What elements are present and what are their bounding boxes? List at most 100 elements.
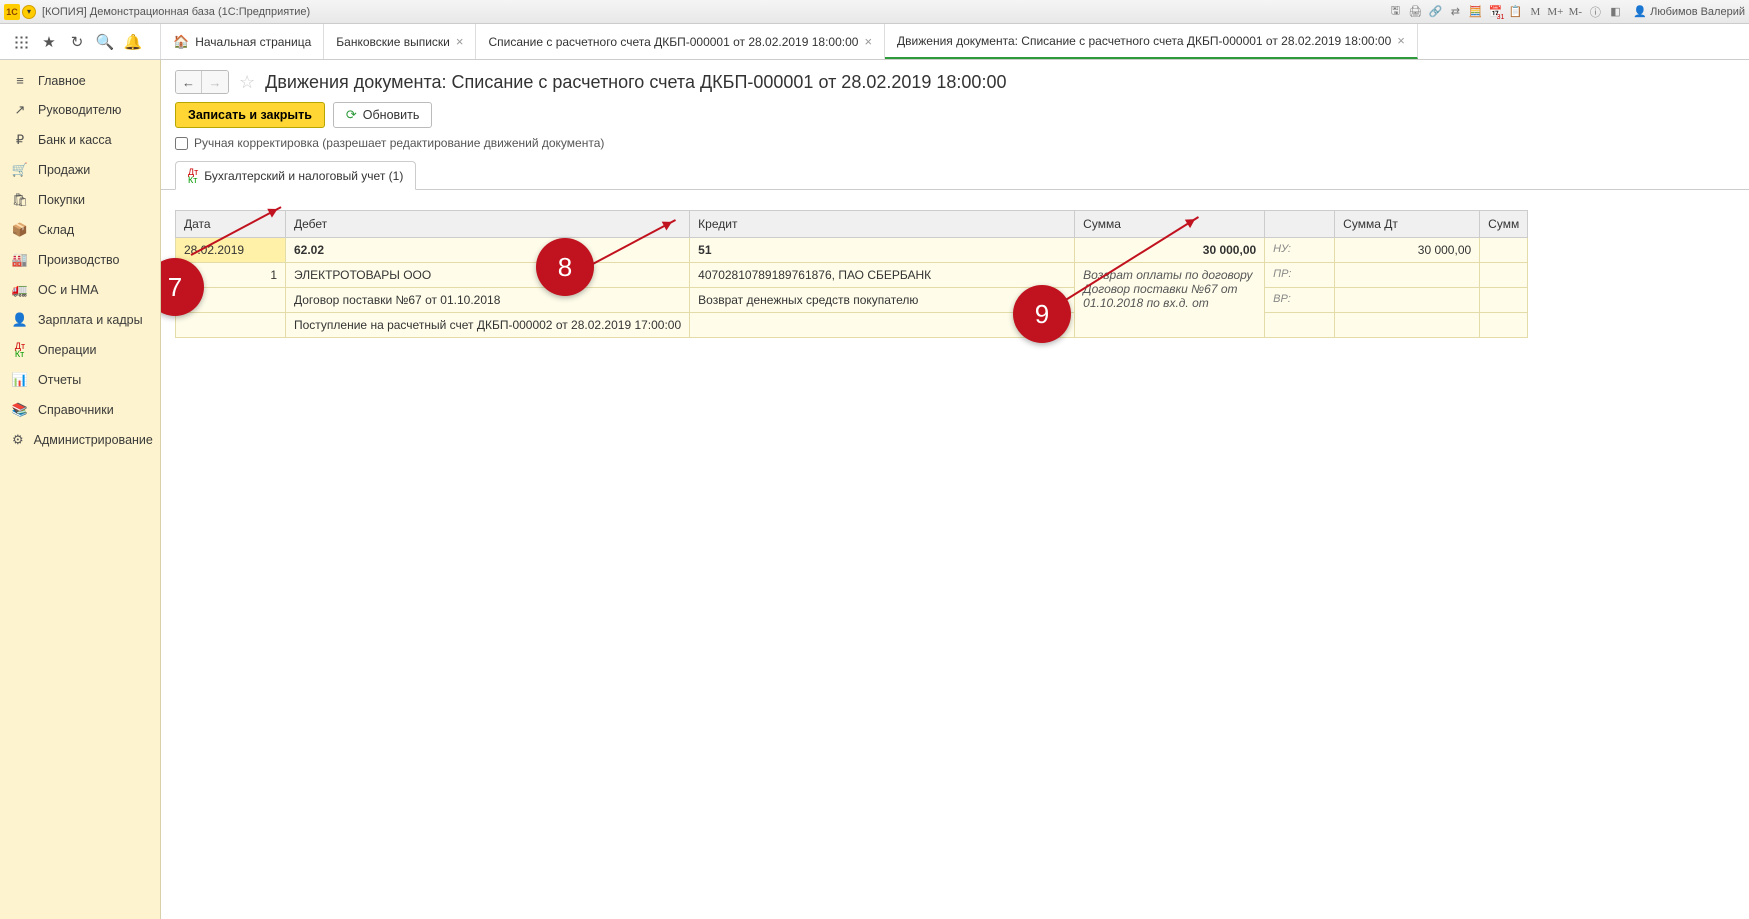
truck-icon: 🚛	[12, 282, 28, 298]
cell-empty	[1480, 313, 1528, 338]
sidebar-item-admin[interactable]: ⚙Администрирование	[0, 425, 160, 455]
sidebar-item-catalogs[interactable]: 📚Справочники	[0, 395, 160, 425]
history-icon[interactable]: ↻	[68, 33, 86, 51]
close-icon[interactable]: ×	[864, 34, 872, 49]
manual-edit-checkbox[interactable]	[175, 137, 188, 150]
cell-sum: 30 000,00	[1075, 238, 1265, 263]
cell-sum-kt	[1480, 238, 1528, 263]
box-icon: 📦	[12, 222, 28, 238]
th-sum-kt[interactable]: Сумм	[1480, 211, 1528, 238]
movements-table: Дата Дебет Кредит Сумма Сумма Дт Сумм 28…	[175, 210, 1528, 338]
gear-icon: ⚙	[12, 432, 24, 448]
sidebar-item-purchases[interactable]: 🛍Покупки	[0, 185, 160, 215]
apps-icon[interactable]	[12, 33, 30, 51]
current-user[interactable]: 👤Любимов Валерий	[1633, 5, 1745, 18]
close-icon[interactable]: ×	[1397, 33, 1405, 48]
cell-empty	[1335, 263, 1480, 288]
cell-sum-dt: 30 000,00	[1335, 238, 1480, 263]
cell-credit-acc: 51	[690, 238, 1075, 263]
cell-debit-acc: 62.02	[286, 238, 690, 263]
m-memory[interactable]: M	[1527, 4, 1543, 20]
m-plus[interactable]: M+	[1547, 4, 1563, 20]
window-title: [КОПИЯ] Демонстрационная база (1С:Предпр…	[42, 6, 310, 18]
print-icon[interactable]: 🖨	[1407, 4, 1423, 20]
search-icon[interactable]: 🔍	[96, 33, 114, 51]
th-credit[interactable]: Кредит	[690, 211, 1075, 238]
calendar-icon[interactable]: 📅31	[1487, 4, 1503, 20]
calc-icon[interactable]: 🧮	[1467, 4, 1483, 20]
tab-accounting[interactable]: ДтКт Бухгалтерский и налоговый учет (1)	[175, 161, 416, 190]
trend-icon: ↗	[12, 102, 28, 118]
tab-home[interactable]: 🏠Начальная страница	[161, 24, 324, 59]
th-debit[interactable]: Дебет	[286, 211, 690, 238]
cell-empty	[1480, 288, 1528, 313]
nav-forward-button[interactable]: →	[202, 71, 228, 93]
page-title: Движения документа: Списание с расчетног…	[265, 72, 1006, 93]
th-empty[interactable]	[1265, 211, 1335, 238]
sidebar-item-bank[interactable]: ₽Банк и касса	[0, 125, 160, 155]
m-minus[interactable]: M-	[1567, 4, 1583, 20]
cell-empty	[1335, 288, 1480, 313]
tab-bank-statements[interactable]: Банковские выписки×	[324, 24, 476, 59]
table-row[interactable]: 28.02.2019 62.02 51 30 000,00 НУ: 30 000…	[176, 238, 1528, 263]
close-icon[interactable]: ×	[456, 34, 464, 49]
tab-bar: 🏠Начальная страница Банковские выписки× …	[161, 24, 1418, 59]
ruble-icon: ₽	[12, 132, 28, 148]
tab-movements[interactable]: Движения документа: Списание с расчетног…	[885, 24, 1418, 59]
favorite-star[interactable]: ☆	[239, 72, 255, 93]
app-icon: 1C	[4, 4, 20, 20]
tab-writeoff[interactable]: Списание с расчетного счета ДКБП-000001 …	[476, 24, 885, 59]
sidebar-item-assets[interactable]: 🚛ОС и НМА	[0, 275, 160, 305]
annotation-8: 8	[536, 238, 594, 296]
cell-empty	[176, 313, 286, 338]
cell-debit-l2: Договор поставки №67 от 01.10.2018	[286, 288, 690, 313]
books-icon: 📚	[12, 402, 28, 418]
main-toolbar: ★ ↻ 🔍 🔔 🏠Начальная страница Банковские в…	[0, 24, 1749, 60]
sidebar-item-hr[interactable]: 👤Зарплата и кадры	[0, 305, 160, 335]
window-titlebar: 1C ▾ [КОПИЯ] Демонстрационная база (1С:П…	[0, 0, 1749, 24]
star-icon[interactable]: ★	[40, 33, 58, 51]
th-sum-dt[interactable]: Сумма Дт	[1335, 211, 1480, 238]
link-icon[interactable]: 🔗	[1427, 4, 1443, 20]
app-menu-dropdown[interactable]: ▾	[22, 5, 36, 19]
manual-edit-label: Ручная корректировка (разрешает редактир…	[194, 136, 604, 150]
bag-icon: 🛍	[12, 192, 28, 208]
sidebar-item-sales[interactable]: 🛒Продажи	[0, 155, 160, 185]
sidebar-item-warehouse[interactable]: 📦Склад	[0, 215, 160, 245]
table-row[interactable]: Договор поставки №67 от 01.10.2018 Возвр…	[176, 288, 1528, 313]
sidebar: ≡Главное ↗Руководителю ₽Банк и касса 🛒Пр…	[0, 60, 161, 919]
grid-container: Дата Дебет Кредит Сумма Сумма Дт Сумм 28…	[161, 190, 1749, 919]
refresh-button[interactable]: ⟳Обновить	[333, 102, 433, 128]
person-icon: 👤	[12, 312, 28, 328]
save-icon[interactable]: 🖫	[1387, 4, 1403, 20]
annotation-7: 7	[161, 258, 204, 316]
sidebar-item-operations[interactable]: ДтКтОперации	[0, 335, 160, 365]
cell-pr-label: ПР:	[1265, 263, 1335, 288]
cell-debit-l3: Поступление на расчетный счет ДКБП-00000…	[286, 313, 690, 338]
menu-icon: ≡	[12, 73, 28, 88]
cell-empty	[1265, 313, 1335, 338]
table-row[interactable]: Поступление на расчетный счет ДКБП-00000…	[176, 313, 1528, 338]
panel-icon[interactable]: ◧	[1607, 4, 1623, 20]
sidebar-item-manager[interactable]: ↗Руководителю	[0, 95, 160, 125]
dtkt-icon: ДтКт	[188, 168, 198, 184]
info-icon[interactable]: ⓘ	[1587, 4, 1603, 20]
home-icon: 🏠	[173, 34, 189, 50]
bell-icon[interactable]: 🔔	[124, 33, 142, 51]
nav-back-button[interactable]: ←	[176, 71, 202, 93]
cart-icon: 🛒	[12, 162, 28, 178]
cell-empty	[1480, 263, 1528, 288]
table-row[interactable]: 1 ЭЛЕКТРОТОВАРЫ ООО 40702810789189761876…	[176, 263, 1528, 288]
sidebar-item-main[interactable]: ≡Главное	[0, 66, 160, 95]
dtkt-icon: ДтКт	[12, 342, 28, 358]
clipboard-icon[interactable]: 📋	[1507, 4, 1523, 20]
cell-empty	[1335, 313, 1480, 338]
sidebar-item-production[interactable]: 🏭Производство	[0, 245, 160, 275]
chart-icon: 📊	[12, 372, 28, 388]
sidebar-item-reports[interactable]: 📊Отчеты	[0, 365, 160, 395]
cell-credit-l1: 40702810789189761876, ПАО СБЕРБАНК	[690, 263, 1075, 288]
annotation-9: 9	[1013, 285, 1071, 343]
compare-icon[interactable]: ⇄	[1447, 4, 1463, 20]
save-close-button[interactable]: Записать и закрыть	[175, 102, 325, 128]
cell-nu-label: НУ:	[1265, 238, 1335, 263]
